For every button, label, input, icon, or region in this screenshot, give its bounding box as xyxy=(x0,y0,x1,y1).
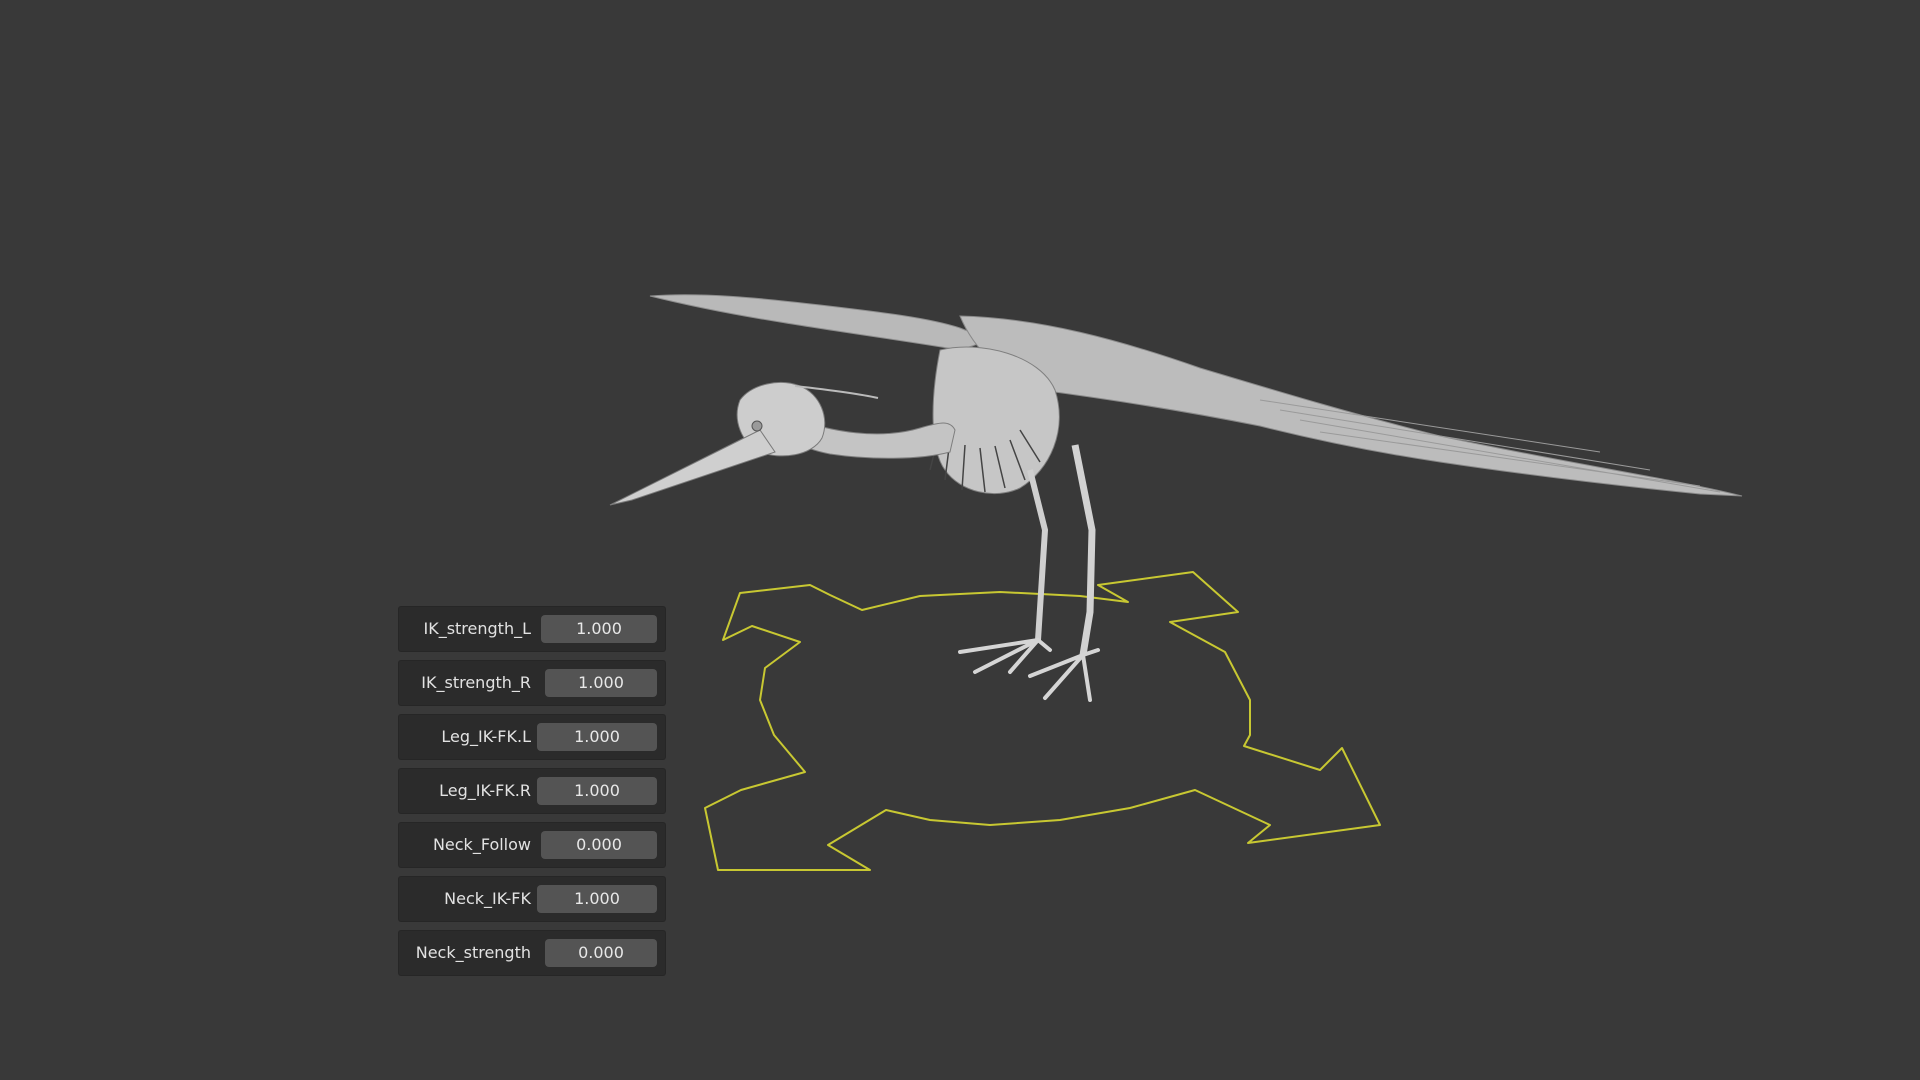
beak xyxy=(609,429,776,506)
leg-ik-fk-l-field[interactable]: 1.000 xyxy=(537,723,657,751)
property-label: IK_strength_R xyxy=(421,673,531,692)
eye xyxy=(751,420,763,432)
property-row-neck-strength: Neck_strength 0.000 xyxy=(398,930,666,976)
property-row-leg-ik-fk-l: Leg_IK-FK.L 1.000 xyxy=(398,714,666,760)
property-row-ik-strength-r: IK_strength_R 1.000 xyxy=(398,660,666,706)
property-label: Neck_Follow xyxy=(432,835,531,854)
property-row-ik-strength-l: IK_strength_L 1.000 xyxy=(398,606,666,652)
left-wing xyxy=(649,294,992,351)
property-row-neck-follow: Neck_Follow 0.000 xyxy=(398,822,666,868)
3d-viewport[interactable]: IK_strength_L 1.000 IK_strength_R 1.000 … xyxy=(0,0,1920,1080)
property-label: Leg_IK-FK.L xyxy=(441,727,531,746)
property-label: IK_strength_L xyxy=(423,619,531,638)
right-foot xyxy=(1028,648,1100,702)
ik-strength-l-field[interactable]: 1.000 xyxy=(541,615,657,643)
heron-model[interactable] xyxy=(609,294,1743,702)
viewport-scene xyxy=(609,294,1743,871)
neck-ik-fk-field[interactable]: 1.000 xyxy=(537,885,657,913)
left-leg xyxy=(1027,469,1049,641)
left-foot xyxy=(958,638,1052,674)
property-label: Neck_IK-FK xyxy=(444,889,531,908)
neck-strength-field[interactable]: 0.000 xyxy=(545,939,657,967)
property-row-neck-ik-fk: Neck_IK-FK 1.000 xyxy=(398,876,666,922)
property-label: Neck_strength xyxy=(415,943,531,962)
custom-properties-panel: IK_strength_L 1.000 IK_strength_R 1.000 … xyxy=(398,606,666,984)
root-control-widget[interactable] xyxy=(704,571,1381,871)
neck-follow-field[interactable]: 0.000 xyxy=(541,831,657,859)
leg-ik-fk-r-field[interactable]: 1.000 xyxy=(537,777,657,805)
property-row-leg-ik-fk-r: Leg_IK-FK.R 1.000 xyxy=(398,768,666,814)
property-label: Leg_IK-FK.R xyxy=(439,781,531,800)
ik-strength-r-field[interactable]: 1.000 xyxy=(545,669,657,697)
right-leg xyxy=(1071,444,1096,656)
